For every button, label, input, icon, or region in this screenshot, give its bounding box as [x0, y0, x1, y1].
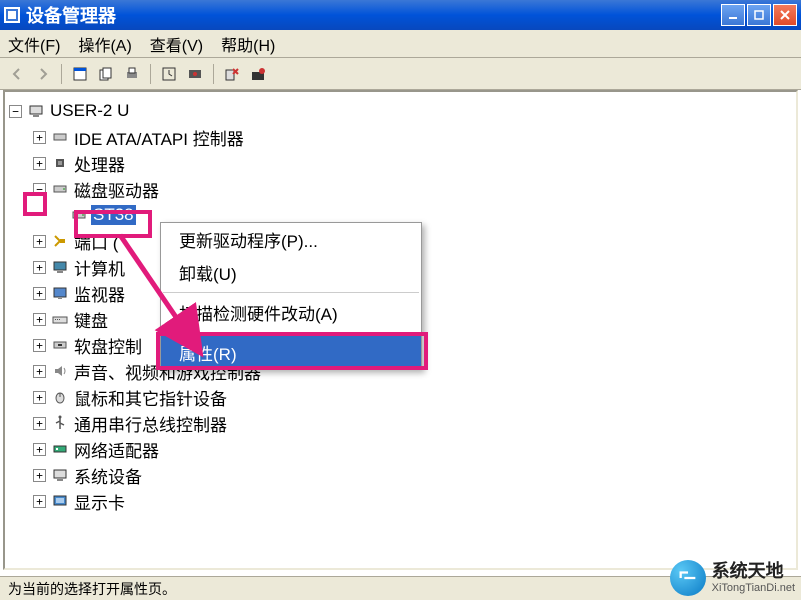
expand-icon[interactable]: + — [33, 443, 46, 456]
tree-item-label: 键盘 — [72, 307, 110, 332]
maximize-button[interactable] — [747, 4, 771, 26]
tree-item-label: 显示卡 — [72, 489, 127, 514]
collapse-icon[interactable]: − — [33, 183, 46, 196]
update-button[interactable] — [247, 63, 269, 85]
computer-icon — [52, 259, 68, 275]
tree-item-display[interactable]: + 显示卡 — [9, 488, 792, 514]
print-button[interactable] — [121, 63, 143, 85]
tree-item-label: 网络适配器 — [72, 437, 161, 462]
tree-item-label-selected: ST38 — [91, 205, 136, 225]
tree-item-label: 鼠标和其它指针设备 — [72, 385, 229, 410]
app-icon — [4, 7, 20, 23]
watermark: 系统天地 XiTongTianDi.net — [670, 560, 795, 596]
tree-item-label: IDE ATA/ATAPI 控制器 — [72, 125, 246, 150]
back-button — [6, 63, 28, 85]
tree-item-cpu[interactable]: + 处理器 — [9, 150, 792, 176]
network-icon — [52, 441, 68, 457]
menu-action[interactable]: 操作(A) — [78, 32, 131, 56]
expand-icon[interactable]: + — [33, 313, 46, 326]
expand-icon[interactable]: + — [33, 261, 46, 274]
expand-icon[interactable]: + — [33, 495, 46, 508]
context-menu-scan-hardware[interactable]: 扫描检测硬件改动(A) — [161, 296, 421, 329]
collapse-icon[interactable]: − — [9, 105, 22, 118]
refresh-button[interactable] — [158, 63, 180, 85]
context-menu-update-driver[interactable]: 更新驱动程序(P)... — [161, 223, 421, 256]
window-titlebar: 设备管理器 — [0, 0, 801, 30]
context-menu-properties[interactable]: 属性(R) — [161, 336, 421, 369]
tree-item-label: 端口 ( — [72, 229, 120, 254]
computer-icon — [28, 103, 44, 119]
monitor-icon — [52, 285, 68, 301]
context-menu: 更新驱动程序(P)... 卸载(U) 扫描检测硬件改动(A) 属性(R) — [160, 222, 422, 370]
tree-root[interactable]: − USER-2 U — [9, 98, 792, 124]
expand-icon[interactable]: + — [33, 235, 46, 248]
floppy-icon — [52, 337, 68, 353]
tree-root-label: USER-2 U — [48, 101, 131, 121]
watermark-main: 系统天地 — [712, 562, 795, 582]
status-text: 为当前的选择打开属性页。 — [8, 579, 176, 599]
menu-file[interactable]: 文件(F) — [8, 32, 60, 56]
expand-icon[interactable]: + — [33, 469, 46, 482]
expand-icon[interactable]: + — [33, 131, 46, 144]
watermark-logo-icon — [670, 560, 706, 596]
system-icon — [52, 467, 68, 483]
menu-help[interactable]: 帮助(H) — [221, 32, 275, 56]
toolbar-separator — [213, 64, 214, 84]
toolbar-separator — [150, 64, 151, 84]
tree-item-label: 处理器 — [72, 151, 127, 176]
mouse-icon — [52, 389, 68, 405]
forward-button — [32, 63, 54, 85]
controller-icon — [52, 129, 68, 145]
tree-item-ide[interactable]: + IDE ATA/ATAPI 控制器 — [9, 124, 792, 150]
tree-item-label: 通用串行总线控制器 — [72, 411, 229, 436]
expand-icon[interactable]: + — [33, 417, 46, 430]
options-button[interactable] — [95, 63, 117, 85]
tree-item-label: 计算机 — [72, 255, 127, 280]
scan-button[interactable] — [184, 63, 206, 85]
tree-item-label: 系统设备 — [72, 463, 144, 488]
expand-icon[interactable]: + — [33, 365, 46, 378]
context-menu-separator — [163, 292, 419, 293]
menu-bar: 文件(F) 操作(A) 查看(V) 帮助(H) — [0, 30, 801, 58]
close-button[interactable] — [773, 4, 797, 26]
cpu-icon — [52, 155, 68, 171]
toolbar — [0, 58, 801, 90]
port-icon — [52, 233, 68, 249]
properties-button[interactable] — [69, 63, 91, 85]
context-menu-separator — [163, 332, 419, 333]
tree-item-label: 磁盘驱动器 — [72, 177, 161, 202]
minimize-button[interactable] — [721, 4, 745, 26]
expand-icon[interactable]: + — [33, 287, 46, 300]
toolbar-separator — [61, 64, 62, 84]
usb-icon — [52, 415, 68, 431]
keyboard-icon — [52, 311, 68, 327]
context-menu-uninstall[interactable]: 卸载(U) — [161, 256, 421, 289]
sound-icon — [52, 363, 68, 379]
tree-item-label: 监视器 — [72, 281, 127, 306]
expand-icon[interactable]: + — [33, 391, 46, 404]
tree-item-usb[interactable]: + 通用串行总线控制器 — [9, 410, 792, 436]
disk-icon — [52, 181, 68, 197]
window-title: 设备管理器 — [26, 2, 719, 28]
expand-icon[interactable]: + — [33, 157, 46, 170]
watermark-sub: XiTongTianDi.net — [712, 582, 795, 594]
expand-icon[interactable]: + — [33, 339, 46, 352]
tree-item-mouse[interactable]: + 鼠标和其它指针设备 — [9, 384, 792, 410]
menu-view[interactable]: 查看(V) — [150, 32, 203, 56]
tree-item-network[interactable]: + 网络适配器 — [9, 436, 792, 462]
uninstall-button[interactable] — [221, 63, 243, 85]
tree-item-system[interactable]: + 系统设备 — [9, 462, 792, 488]
display-icon — [52, 493, 68, 509]
tree-item-label: 软盘控制 — [72, 333, 144, 358]
tree-item-disk-drives[interactable]: − 磁盘驱动器 — [9, 176, 792, 202]
disk-icon — [71, 207, 87, 223]
